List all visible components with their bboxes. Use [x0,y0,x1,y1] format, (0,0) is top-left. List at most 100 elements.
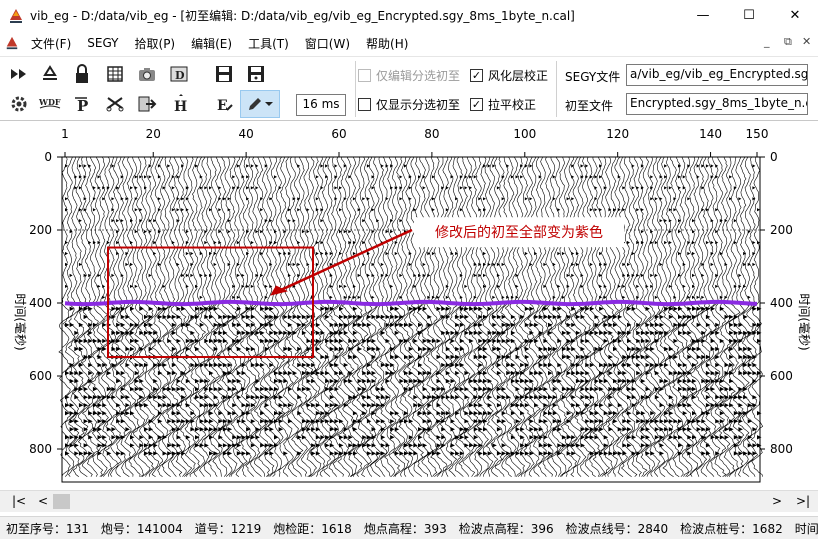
y-axis-label-right: 时间(毫秒) [797,293,812,350]
scroll-right-button[interactable]: > [772,494,782,508]
checkbox-label: 仅显示分选初至 [376,98,461,112]
x-tick-label: 80 [424,127,439,141]
status-shot-number: 炮号：141004 [100,521,183,536]
app-logo-icon [10,8,22,23]
maximize-button[interactable]: ☐ [726,0,772,31]
check-icon: ✓ [470,69,483,82]
annotation-label: 修改后的初至全部变为紫色 [435,224,603,241]
svg-text:D: D [175,69,185,82]
menu-bar: 文件(F) SEGY 拾取(P) 编辑(E) 工具(T) 窗口(W) 帮助(H) [0,33,818,53]
edit-selected-only-checkbox[interactable]: 仅编辑分选初至 [358,67,460,84]
pencil-tool-button[interactable] [240,90,280,118]
lock-icon[interactable] [70,62,94,86]
x-tick-label: 150 [746,127,769,141]
status-offset: 炮检距：1618 [273,521,352,536]
y-tick-label-right: 400 [770,296,793,310]
status-time: 时间 [794,521,818,536]
first-break-file-field[interactable]: Encrypted.sgy_8ms_1byte_n.cal [626,93,808,115]
menu-pick[interactable]: 拾取(P) [127,35,184,52]
y-tick-label-right: 200 [770,223,793,237]
show-selected-only-checkbox[interactable]: 仅显示分选初至 [358,96,460,113]
toolbar: D WDF P H E 16 ms 仅编辑分选初至 仅显示分选初至 ✓ 风化层校… [0,56,818,121]
flatten-correction-checkbox[interactable]: ✓ 拉平校正 [470,96,536,113]
gear-icon[interactable] [7,92,31,116]
time-step-input[interactable]: 16 ms [296,94,346,116]
scroll-left-button[interactable]: < [38,494,48,508]
seismic-plot-panel[interactable]: 1 20 40 60 80 100 120 140 150 0 0 200 200 400 400 600 60… [0,122,818,490]
edit-e-icon[interactable]: E [212,92,236,116]
x-tick-label: 40 [238,127,253,141]
weathering-correction-checkbox[interactable]: ✓ 风化层校正 [470,67,548,84]
save-as-icon[interactable] [244,62,268,86]
segy-file-field[interactable]: a/vib_eg/vib_eg_Encrypted.sgy [626,64,808,86]
align-icon[interactable] [38,62,62,86]
x-tick-label: 60 [331,127,346,141]
status-trace-number: 道号：1219 [194,521,262,536]
close-button[interactable]: ✕ [772,0,818,31]
status-receiver-station: 检波点桩号：1682 [680,521,783,536]
mdi-minimize-button[interactable]: _ [764,35,770,48]
status-receiver-line: 检波点线号：2840 [565,521,669,536]
x-tick-label: 140 [699,127,722,141]
display-d-icon[interactable]: D [167,62,191,86]
svg-text:H: H [174,99,187,114]
first-break-file-label: 初至文件 [565,99,614,113]
fast-forward-icon[interactable] [7,62,31,86]
window-title: vib_eg - D:/data/vib_eg - [初至编辑: D:/data… [30,9,575,23]
y-tick-label-left: 400 [29,296,52,310]
checkbox-box [358,98,371,111]
menu-help[interactable]: 帮助(H) [358,35,416,52]
x-tick-label: 1 [61,127,69,141]
checkbox-label: 仅编辑分选初至 [376,69,461,83]
chevron-down-icon [265,102,273,106]
minimize-button[interactable]: — [680,0,726,31]
checkbox-label: 风化层校正 [488,69,549,83]
toolbar-separator [355,61,356,117]
y-tick-label-right: 600 [770,369,793,383]
y-tick-label-left: 200 [29,223,52,237]
checkbox-label: 拉平校正 [488,98,537,112]
horizontal-scrollbar[interactable]: |< < > >| [0,490,818,512]
save-icon[interactable] [212,62,236,86]
y-tick-label-left: 0 [44,150,52,164]
y-tick-label-left: 800 [29,442,52,456]
status-first-break-index: 初至序号：131 [6,521,89,536]
seismic-gather-chart[interactable]: 1 20 40 60 80 100 120 140 1500 0200 200400 400600 60… [0,122,818,490]
status-shot-elevation: 炮点高程：393 [363,521,447,536]
pencil-icon [249,98,261,110]
scissors-icon[interactable] [103,92,127,116]
toolbar-separator [556,61,557,117]
x-tick-label: 20 [146,127,161,141]
checkbox-box [358,69,371,82]
x-tick-label: 120 [606,127,629,141]
p-icon[interactable]: P [70,92,94,116]
menu-edit[interactable]: 编辑(E) [183,35,240,52]
mdi-close-button[interactable]: ✕ [802,35,811,48]
plot-frame [61,156,761,483]
export-icon[interactable] [135,92,159,116]
y-axis-label-left: 时间(毫秒) [13,293,28,350]
y-tick-label-left: 600 [29,369,52,383]
scroll-thumb[interactable] [53,494,70,509]
camera-icon[interactable] [135,62,159,86]
wdf-icon[interactable]: WDF [38,92,62,116]
svg-text:E: E [217,98,228,114]
menu-window[interactable]: 窗口(W) [297,35,358,52]
svg-text:WDF: WDF [38,97,61,107]
y-tick-label-right: 0 [770,150,778,164]
svg-text:P: P [77,97,88,114]
h-icon[interactable]: H [167,92,191,116]
scroll-last-button[interactable]: >| [796,494,810,508]
first-break-pick-line [64,299,758,307]
scroll-first-button[interactable]: |< [12,494,26,508]
status-receiver-elevation: 检波点高程：396 [458,521,554,536]
y-tick-label-right: 800 [770,442,793,456]
menu-segy[interactable]: SEGY [79,36,126,50]
table-icon[interactable] [103,62,127,86]
mdi-restore-button[interactable]: ⧉ [784,35,792,49]
status-bar: 初至序号：131 炮号：141004 道号：1219 炮检距：1618 炮点高程… [0,516,818,539]
menu-tools[interactable]: 工具(T) [240,35,297,52]
menu-file[interactable]: 文件(F) [23,35,79,52]
doc-logo-icon [6,36,18,50]
segy-file-label: SEGY文件 [565,70,621,84]
